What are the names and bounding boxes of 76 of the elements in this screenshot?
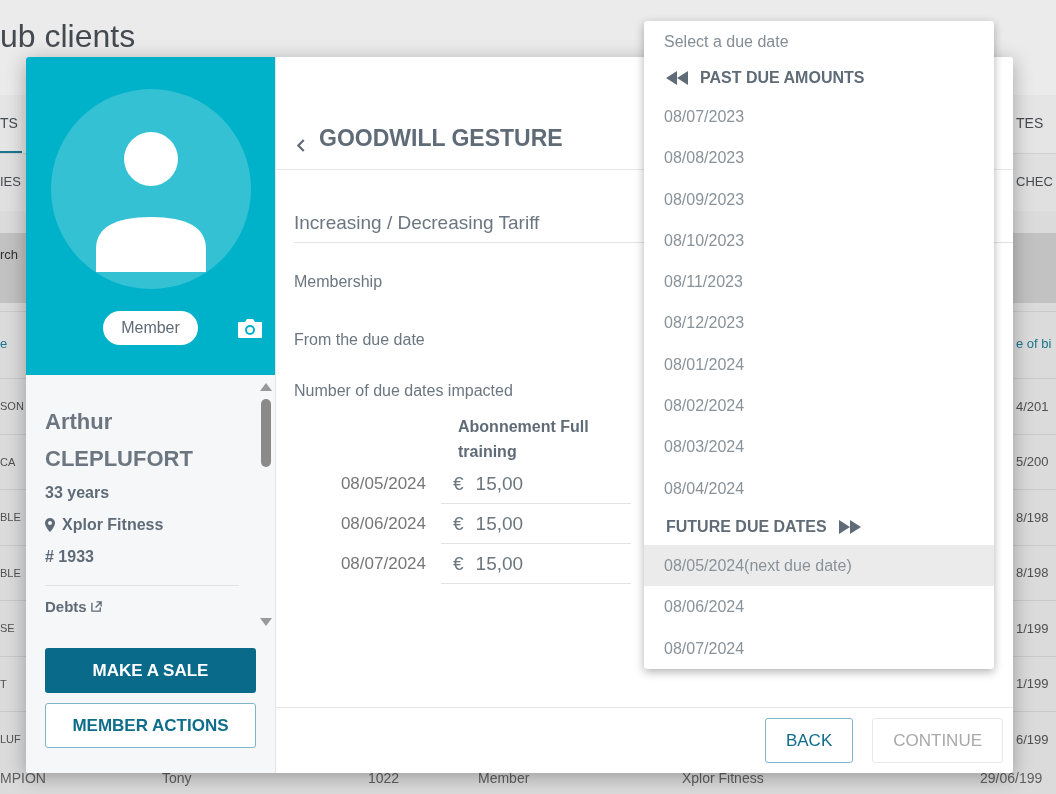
table-cell: CA <box>0 455 16 468</box>
club-name: Xplor Fitness <box>62 515 164 535</box>
field-label: Number of due dates impacted <box>294 382 513 400</box>
scroll-up-icon[interactable] <box>260 383 272 391</box>
table-cell: SE <box>0 622 15 635</box>
search-field[interactable]: rch <box>0 233 19 262</box>
action-button[interactable]: MEMBER ACTIONS <box>45 703 256 748</box>
rewind-icon <box>666 71 688 85</box>
table-cell-text: 8/198 <box>1016 565 1050 581</box>
first-name: Arthur <box>45 408 114 436</box>
menu-option[interactable]: 08/12/2023 <box>644 302 994 344</box>
select-placeholder[interactable]: Select a due date <box>644 21 994 60</box>
external-link-icon <box>90 601 102 612</box>
menu-option[interactable]: 08/07/2023 <box>644 96 994 138</box>
back-chevron-icon[interactable] <box>296 139 305 152</box>
member-number: # 1933 <box>45 547 95 567</box>
amount-value: 15,00 <box>475 512 524 536</box>
debts-link[interactable]: Debts <box>45 598 87 615</box>
tab[interactable]: IES <box>0 154 21 211</box>
tab[interactable]: CHEC <box>1016 154 1056 211</box>
table-cell-text: 8/198 <box>1016 509 1050 525</box>
menu-option[interactable]: 08/06/2024 <box>644 586 994 628</box>
table-cell-text: 5/200 <box>1016 454 1050 470</box>
table-cell: BLE <box>0 511 21 524</box>
tab[interactable]: TES <box>1016 95 1056 153</box>
table-cell: LUF <box>0 733 21 746</box>
location-pin-icon <box>45 518 55 532</box>
group-header: FUTURE DUE DATES <box>666 517 827 536</box>
menu-option[interactable]: 08/05/2024(next due date) <box>644 544 994 587</box>
group-header: PAST DUE AMOUNTS <box>700 69 865 87</box>
table-cell: SON <box>0 400 24 413</box>
field-label: Membership <box>294 273 383 291</box>
table-cell: Member <box>478 769 530 786</box>
currency-symbol: € <box>453 512 464 536</box>
currency-symbol: € <box>453 472 464 496</box>
table-cell-text: 1/199 <box>1016 676 1050 692</box>
table-cell: BLE <box>0 566 21 579</box>
dialog-title: GOODWILL GESTURE <box>319 125 563 152</box>
due-date-cell-text: 08/06/2024 <box>339 513 426 535</box>
action-button[interactable]: MAKE A SALE <box>45 648 256 693</box>
column-header[interactable]: e <box>0 312 8 378</box>
amount-value: 15,00 <box>475 472 524 496</box>
table-cell-text: 4/201 <box>1016 398 1050 414</box>
table-cell: 29/06/199 <box>980 769 1043 786</box>
table-cell: Tony <box>162 769 192 786</box>
field-label: From the due date <box>294 331 425 349</box>
table-cell-text: 1/199 <box>1016 620 1050 636</box>
menu-option[interactable]: 08/02/2024 <box>644 385 994 427</box>
table-cell: 1022 <box>368 769 400 786</box>
fast-forward-icon <box>838 519 861 534</box>
table-cell-text: 6/199 <box>1016 731 1050 747</box>
camera-icon[interactable] <box>237 317 263 339</box>
scroll-thumb[interactable] <box>261 399 271 467</box>
menu-option[interactable]: 08/04/2024 <box>644 467 994 509</box>
amount-value: 15,00 <box>475 552 524 576</box>
scroll-down-icon[interactable] <box>260 618 272 626</box>
menu-option[interactable]: 08/07/2024 <box>644 627 994 669</box>
member-badge: Member <box>103 311 198 345</box>
due-date-cell-text: 08/07/2024 <box>339 553 426 575</box>
table-cell: Xplor Fitness <box>682 769 764 786</box>
menu-option[interactable]: 08/01/2024 <box>644 343 994 386</box>
due-date-cell-text: 08/05/2024 <box>339 473 426 495</box>
menu-option[interactable]: 08/09/2023 <box>644 178 994 220</box>
avatar-icon <box>50 89 251 289</box>
footer-button[interactable]: BACK <box>764 718 854 763</box>
age-text: 33 years <box>45 483 111 503</box>
column-header[interactable]: e of bi <box>1016 312 1056 378</box>
table-cell: T <box>0 677 7 690</box>
menu-option[interactable]: 08/10/2023 <box>644 219 994 262</box>
last-name: CLEPLUFORT <box>45 445 194 473</box>
menu-option[interactable]: 08/11/2023 <box>644 261 994 303</box>
menu-option[interactable]: 08/08/2023 <box>644 137 994 179</box>
currency-symbol: € <box>453 552 464 576</box>
column-header: Abonnement Full training <box>457 417 590 462</box>
menu-option[interactable]: 08/03/2024 <box>644 426 994 468</box>
table-cell: MPION <box>0 769 46 786</box>
